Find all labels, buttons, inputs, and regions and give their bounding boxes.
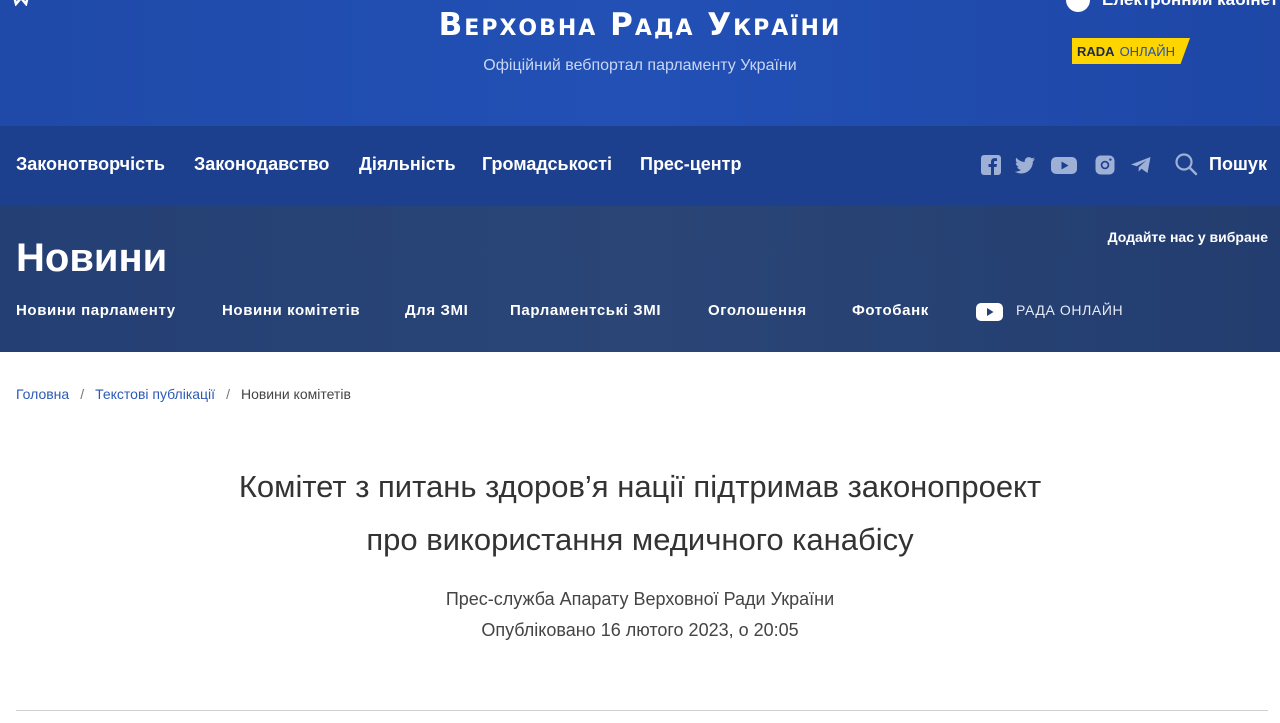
section-title: Новини <box>16 236 168 280</box>
article-title-line-2: про використання медичного канабісу <box>366 522 914 557</box>
article-title: Комітет з питань здоров’я нації підтрима… <box>190 460 1090 566</box>
nav-item-public[interactable]: Громадськості <box>482 154 612 175</box>
rada-online-link[interactable]: РАДА ОНЛАЙН <box>1016 302 1123 318</box>
subnav-parliament-news[interactable]: Новини парламенту <box>16 302 176 319</box>
main-navigation: Законотворчість Законодавство Діяльність… <box>0 126 1280 206</box>
nav-item-legislation[interactable]: Законодавство <box>194 154 329 175</box>
cabinet-label: Електронний кабінет <box>1102 0 1278 10</box>
subnav-announcements[interactable]: Оголошення <box>708 302 807 319</box>
twitter-icon[interactable] <box>1014 154 1036 176</box>
search-icon[interactable] <box>1174 152 1198 176</box>
breadcrumb-separator: / <box>226 386 230 402</box>
subnav-photobank[interactable]: Фотобанк <box>852 302 929 319</box>
youtube-icon[interactable] <box>1050 154 1078 176</box>
article-title-line-1: Комітет з питань здоров’я нації підтрима… <box>238 469 1042 504</box>
nav-item-activity[interactable]: Діяльність <box>359 154 456 175</box>
news-section-header: Новини Додайте нас у вибране Новини парл… <box>0 206 1280 352</box>
nav-item-press-center[interactable]: Прес-центр <box>640 154 741 175</box>
breadcrumb-current: Новини комітетів <box>240 386 351 402</box>
electronic-cabinet-link[interactable]: Електронний кабінет <box>1066 0 1278 12</box>
nav-item-lawmaking[interactable]: Законотворчість <box>16 154 165 175</box>
site-title[interactable]: Верховна Рада України <box>0 7 1280 43</box>
search-button[interactable]: Пошук <box>1209 154 1267 175</box>
youtube-play-icon[interactable] <box>976 303 1003 321</box>
subnav-for-media[interactable]: Для ЗМІ <box>405 302 468 319</box>
rada-badge-bold: RADA <box>1077 43 1115 59</box>
article-publish-date: Опубліковано 16 лютого 2023, о 20:05 <box>481 620 799 640</box>
user-icon <box>1066 0 1090 12</box>
rada-online-badge[interactable]: RADA ОНЛАЙН <box>1072 38 1190 64</box>
telegram-icon[interactable] <box>1130 154 1152 176</box>
subnav-committee-news[interactable]: Новини комітетів <box>222 302 360 319</box>
instagram-icon[interactable] <box>1094 154 1116 176</box>
breadcrumb-separator: / <box>80 386 85 402</box>
breadcrumb: Головна / Текстові публікації / Новини к… <box>16 386 351 402</box>
add-to-favorites-link[interactable]: Додайте нас у вибране <box>1108 229 1268 245</box>
facebook-icon[interactable] <box>980 154 1002 176</box>
content-divider <box>16 710 1268 711</box>
subnav-parliament-media[interactable]: Парламентські ЗМІ <box>510 302 661 319</box>
trident-icon[interactable] <box>10 0 32 6</box>
rada-badge-light: ОНЛАЙН <box>1119 43 1175 59</box>
site-header: Верховна Рада України Офіційний вебпорта… <box>0 0 1280 126</box>
breadcrumb-home[interactable]: Головна <box>16 386 69 402</box>
article-author: Прес-служба Апарату Верховної Ради Украї… <box>445 589 835 609</box>
breadcrumb-text-publications[interactable]: Текстові публікації <box>95 386 215 402</box>
